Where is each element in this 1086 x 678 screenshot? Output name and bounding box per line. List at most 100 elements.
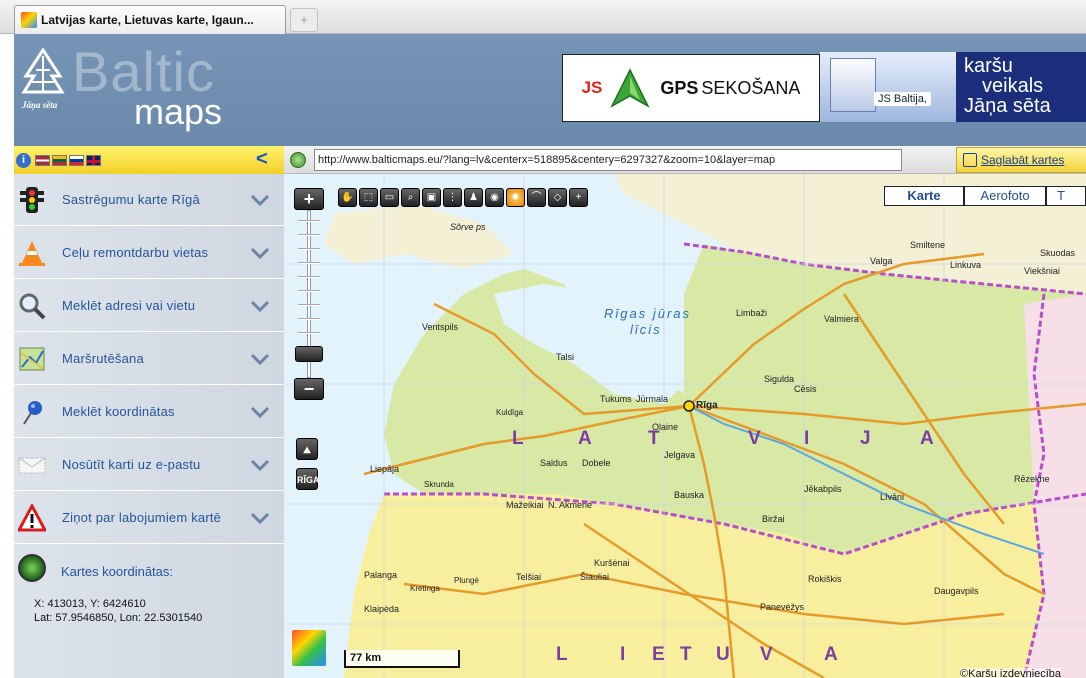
site-favicon-icon <box>21 12 37 28</box>
save-map-button[interactable]: Saglabāt kartes <box>956 147 1086 173</box>
search-icon[interactable]: ⌕ <box>401 188 420 207</box>
zoom-tick <box>298 262 320 264</box>
sidebar-item-coordinates[interactable]: Meklēt koordinātas <box>14 386 284 438</box>
route-map-icon <box>18 345 46 373</box>
browser-tab-strip: Latvijas karte, Lietuvas karte, Igaun...… <box>0 0 1086 34</box>
place-label: Cēsis <box>794 384 817 394</box>
sidebar-item-label: Maršrutēšana <box>62 351 144 366</box>
permalink-bar: Saglabāt kartes <box>284 146 1086 174</box>
place-label: Biržai <box>762 514 785 524</box>
zoom-tick <box>298 332 320 334</box>
place-label: Olaine <box>652 422 679 432</box>
people-icon[interactable]: ♟ <box>464 188 483 207</box>
camera-icon[interactable]: ◉ <box>485 188 504 207</box>
place-label: Līvāni <box>880 492 905 502</box>
radar-icon <box>18 554 46 582</box>
warning-icon <box>16 502 48 532</box>
place-label: Jūrmala <box>636 394 669 404</box>
product-banner[interactable]: JS Baltija, <box>820 52 956 122</box>
sidebar-item-traffic[interactable]: Sastrēgumu karte Rīgā <box>14 174 284 226</box>
place-label: Skrunda <box>424 480 454 489</box>
bus-icon[interactable]: ▣ <box>422 188 441 207</box>
pan-hand-icon[interactable]: ✋ <box>338 188 357 207</box>
zoom-slider[interactable] <box>294 210 324 378</box>
coordinates-xy: X: 413013, Y: 6424610 <box>34 598 146 610</box>
traffic-icon[interactable]: ⋮ <box>443 188 462 207</box>
place-label: Rokiškis <box>808 574 842 584</box>
globe-icon <box>290 152 306 168</box>
select-area-icon[interactable]: ⬚ <box>359 188 378 207</box>
browser-window: Latvijas karte, Lietuvas karte, Igaun...… <box>0 0 1086 678</box>
sidebar-item-label: Meklēt adresi vai vietu <box>62 298 196 313</box>
map-shop-banner[interactable]: karšu veikals Jāņa sēta <box>956 52 1086 122</box>
chevron-down-icon[interactable] <box>250 406 270 418</box>
ruler-icon[interactable]: ▭ <box>380 188 399 207</box>
logo-tagline: Jāņa sēta <box>22 100 58 110</box>
flag-gb-icon[interactable] <box>86 154 101 166</box>
zoom-tick <box>298 248 320 250</box>
sidebar-item-label: Sastrēgumu karte Rīgā <box>62 192 200 207</box>
info-icon[interactable]: i <box>16 152 31 168</box>
sidebar-item-search[interactable]: Meklēt adresi vai vietu <box>14 280 284 332</box>
logo-maps-text[interactable]: maps <box>134 92 222 132</box>
place-label: Tukums <box>600 394 632 404</box>
flag-lv-icon[interactable] <box>35 154 50 166</box>
place-label: Jēkabpils <box>804 484 842 494</box>
country-letter: J <box>860 428 873 449</box>
gps-tracking-banner[interactable]: JS GPS SEKOŠANA <box>562 54 820 122</box>
country-letter: A <box>824 644 840 665</box>
add-point-icon[interactable]: + <box>569 188 588 207</box>
flag-ru-icon[interactable] <box>69 154 84 166</box>
place-label: Mažeikiai <box>506 500 544 510</box>
place-label: Valmiera <box>824 314 859 324</box>
sidebar-item-email[interactable]: Nosūtīt karti uz e-pastu <box>14 439 284 491</box>
coordinates-title: Kartes koordinātas: <box>61 564 174 579</box>
riga-map-button[interactable]: RĪGA <box>296 468 320 490</box>
tab-aerial[interactable]: Aerofoto <box>964 186 1046 206</box>
map-viewport[interactable]: L A T V I J A L I E T U V A Rīgas jūras … <box>284 174 1086 678</box>
tab-map[interactable]: Karte <box>884 186 964 206</box>
polyline-icon[interactable]: ⌒ <box>527 188 546 207</box>
chevron-down-icon[interactable] <box>250 300 270 312</box>
site-header: Jāņa sēta Baltic maps JS GPS SEKOŠANA JS… <box>14 34 1086 146</box>
sidebar-item-roadworks[interactable]: Ceļu remontdarbu vietas <box>14 227 284 279</box>
sun-icon[interactable]: ✹ <box>506 188 525 207</box>
capital-label[interactable]: Rīga <box>696 400 718 411</box>
tab-more[interactable]: T <box>1046 186 1086 206</box>
country-letter: A <box>578 428 594 449</box>
country-letter: T <box>680 644 694 665</box>
place-label: Saldus <box>540 458 568 468</box>
place-label: Šiauliai <box>580 572 610 582</box>
zoom-out-button[interactable]: − <box>294 378 324 400</box>
layer-switcher: Karte Aerofoto T <box>884 186 1086 206</box>
traffic-light-icon <box>18 186 46 214</box>
product-banner-label: JS Baltija, <box>874 92 931 106</box>
country-letter: A <box>920 428 936 449</box>
shop-banner-line2: veikals <box>982 75 1044 97</box>
new-tab-button[interactable]: + <box>290 8 318 32</box>
place-label: N. Akmenė <box>548 500 593 510</box>
chevron-down-icon[interactable] <box>250 194 270 206</box>
gps-banner-subtext: SEKOŠANA <box>701 77 801 98</box>
place-label: Skuodas <box>1040 248 1076 258</box>
polygon-icon[interactable]: ◇ <box>548 188 567 207</box>
sidebar-item-routing[interactable]: Maršrutēšana <box>14 333 284 385</box>
chevron-down-icon[interactable] <box>250 512 270 524</box>
zoom-slider-handle[interactable] <box>295 346 323 362</box>
place-label: Limbaži <box>736 308 768 318</box>
overview-map-icon[interactable]: ⛰ <box>296 438 318 460</box>
place-label: Rēzekne <box>1014 474 1050 484</box>
chevron-down-icon[interactable] <box>250 459 270 471</box>
logo-tree-icon <box>21 48 65 94</box>
map-publisher-logo <box>292 630 326 666</box>
chevron-down-icon[interactable] <box>250 353 270 365</box>
chevron-down-icon[interactable] <box>250 247 270 259</box>
zoom-in-button[interactable]: + <box>294 188 324 210</box>
sidebar-item-report[interactable]: Ziņot par labojumiem kartē <box>14 492 284 544</box>
sidebar: Sastrēgumu karte Rīgā Ceļu remontdarbu v… <box>14 174 284 678</box>
permalink-field[interactable] <box>314 149 902 171</box>
browser-tab[interactable]: Latvijas karte, Lietuvas karte, Igaun... <box>14 5 286 34</box>
coordinates-latlon: Lat: 57.9546850, Lon: 22.5301540 <box>34 612 203 624</box>
collapse-sidebar-icon[interactable]: < <box>256 148 268 170</box>
flag-lt-icon[interactable] <box>52 154 67 166</box>
